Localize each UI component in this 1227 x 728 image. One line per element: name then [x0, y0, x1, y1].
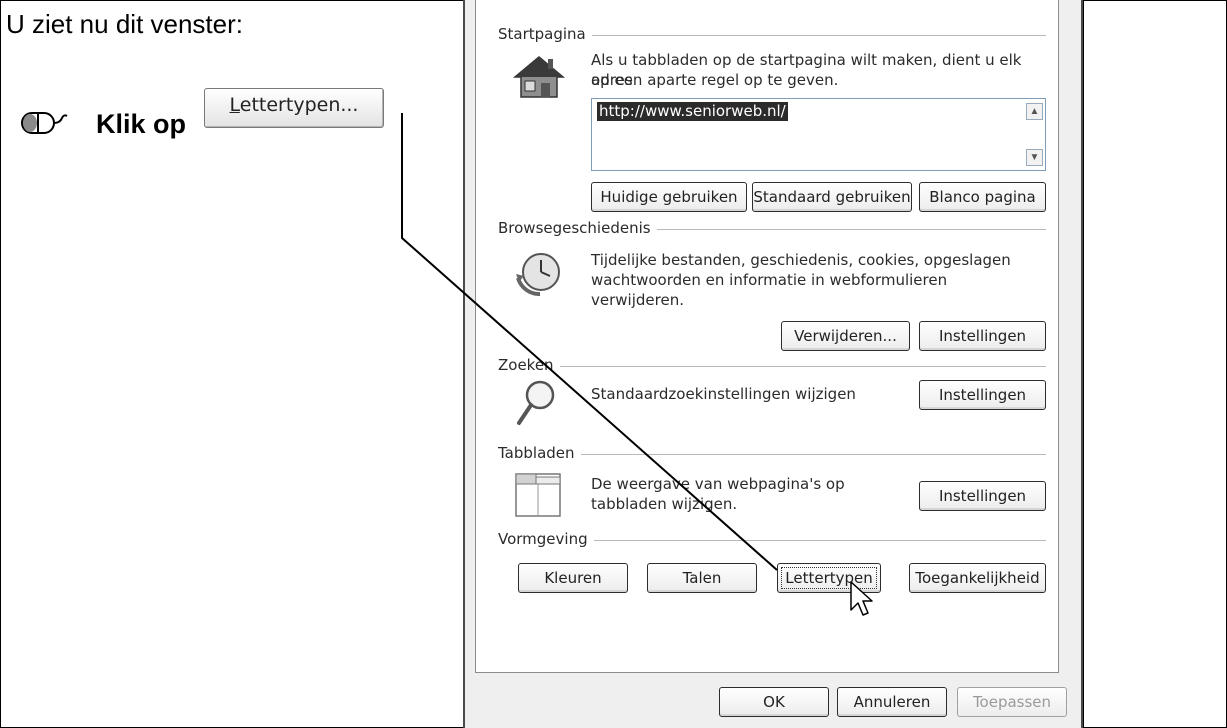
fonts-button-illustration: Lettertypen...: [204, 88, 384, 128]
mouse-cursor-icon: [850, 581, 873, 616]
magnifier-icon: [517, 380, 555, 425]
history-text-3: verwijderen.: [591, 291, 684, 309]
use-default-button[interactable]: Standaard gebruiken: [752, 182, 912, 212]
search-text: Standaardzoekinstellingen wijzigen: [591, 385, 856, 403]
apply-button[interactable]: Toepassen: [957, 687, 1067, 717]
table-divider-right: [1083, 0, 1084, 728]
tabs-title: Tabbladen: [498, 443, 581, 463]
internet-options-dialog: Startpagina Als u tabbladen op de startp…: [463, 0, 1083, 728]
fonts-mnemonic: L: [229, 94, 240, 116]
history-text-1: Tijdelijke bestanden, geschiedenis, cook…: [591, 251, 1011, 269]
homepage-url: http://www.seniorweb.nl/: [597, 102, 788, 121]
languages-button[interactable]: Talen: [647, 563, 757, 593]
tabs-text-2: tabbladen wijzigen.: [591, 495, 738, 513]
startpagina-text-2: op een aparte regel op te geven.: [591, 71, 839, 89]
use-blank-button[interactable]: Blanco pagina: [919, 182, 1046, 212]
ok-button[interactable]: OK: [719, 687, 829, 717]
history-settings-button[interactable]: Instellingen: [919, 321, 1046, 351]
tabs-settings-button[interactable]: Instellingen: [919, 481, 1046, 511]
history-title: Browsegeschiedenis: [498, 218, 657, 238]
mouse-icon: [21, 112, 68, 134]
appearance-title: Vormgeving: [498, 529, 594, 549]
intro-text: U ziet nu dit venster:: [6, 9, 243, 39]
general-tab-panel: Startpagina Als u tabbladen op de startp…: [475, 0, 1059, 673]
accessibility-button[interactable]: Toegankelijkheid: [909, 563, 1046, 593]
history-text-2: wachtwoorden en informatie in webformuli…: [591, 271, 948, 289]
search-settings-button[interactable]: Instellingen: [919, 380, 1046, 410]
tabs-icon: [515, 473, 561, 517]
fonts-label-rest: ettertypen...: [239, 94, 359, 116]
scroll-down-icon[interactable]: ▼: [1026, 149, 1043, 166]
use-current-button[interactable]: Huidige gebruiken: [591, 182, 747, 212]
cancel-button[interactable]: Annuleren: [837, 687, 947, 717]
scroll-up-icon[interactable]: ▲: [1026, 103, 1043, 120]
startpagina-title: Startpagina: [498, 24, 592, 44]
history-clock-icon: [516, 253, 560, 296]
colors-button[interactable]: Kleuren: [518, 563, 628, 593]
homepage-textarea[interactable]: http://www.seniorweb.nl/ ▲ ▼: [591, 98, 1046, 171]
home-icon: [512, 56, 566, 98]
action-text: Klik op: [96, 109, 187, 139]
search-title: Zoeken: [498, 355, 560, 375]
tabs-text-1: De weergave van webpagina's op: [591, 475, 845, 493]
delete-history-button[interactable]: Verwijderen...: [781, 321, 910, 351]
